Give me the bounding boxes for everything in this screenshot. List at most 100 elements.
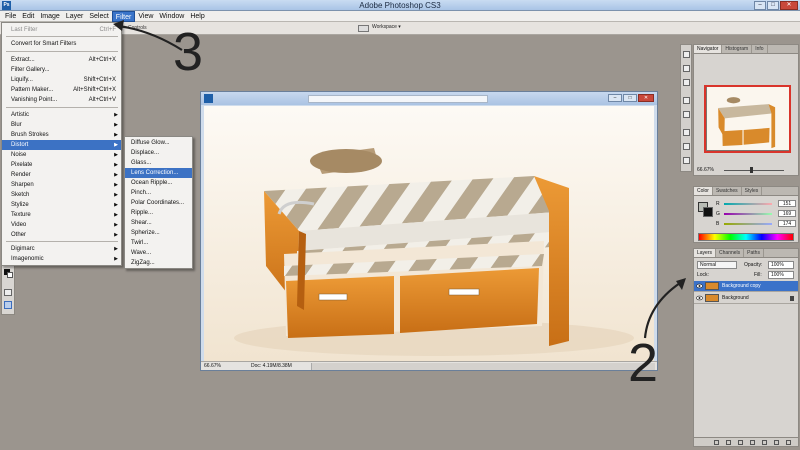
- document-close-button[interactable]: ✕: [638, 94, 654, 102]
- tab-swatches[interactable]: Swatches: [713, 187, 742, 195]
- tab-styles[interactable]: Styles: [742, 187, 763, 195]
- menu-help[interactable]: Help: [187, 11, 207, 22]
- filter-menu-item-filter-gallery[interactable]: Filter Gallery...: [2, 65, 121, 75]
- character-panel-icon[interactable]: [683, 129, 690, 136]
- tab-channels[interactable]: Channels: [716, 249, 745, 257]
- minimize-button[interactable]: –: [754, 1, 766, 10]
- filter-menu-item-video[interactable]: Video ▶: [2, 220, 121, 230]
- layer-visibility-eye-icon[interactable]: [696, 283, 703, 289]
- layer-row-background[interactable]: Background: [694, 293, 798, 304]
- tab-histogram[interactable]: Histogram: [722, 45, 753, 53]
- menu-view[interactable]: View: [135, 11, 156, 22]
- distort-item-spherize[interactable]: Spherize...: [125, 228, 192, 238]
- brush-panel-icon[interactable]: [683, 51, 690, 58]
- menu-file[interactable]: File: [2, 11, 19, 22]
- filter-menu-item-digimarc[interactable]: Digimarc ▶: [2, 244, 121, 254]
- filter-menu-item-texture[interactable]: Texture ▶: [2, 210, 121, 220]
- navigator-zoom-knob[interactable]: [750, 167, 753, 173]
- navigator-view-box[interactable]: [704, 85, 791, 153]
- blue-channel-value[interactable]: 174: [778, 220, 796, 227]
- layer-mask-icon[interactable]: [738, 440, 743, 445]
- menu-select[interactable]: Select: [86, 11, 111, 22]
- distort-item-polar-coordinates[interactable]: Polar Coordinates...: [125, 198, 192, 208]
- filter-menu-item-render[interactable]: Render ▶: [2, 170, 121, 180]
- fill-input[interactable]: 100%: [768, 271, 794, 279]
- blend-mode-select[interactable]: Normal: [697, 261, 737, 269]
- filter-menu-item-other[interactable]: Other ▶: [2, 230, 121, 240]
- tab-info[interactable]: Info: [752, 45, 768, 53]
- distort-item-diffuse-glow[interactable]: Diffuse Glow...: [125, 138, 192, 148]
- new-group-icon[interactable]: [762, 440, 767, 445]
- tab-color[interactable]: Color: [694, 187, 713, 195]
- maximize-button[interactable]: □: [767, 1, 779, 10]
- options-controls-label[interactable]: Controls: [128, 25, 147, 31]
- filter-menu-item-sketch[interactable]: Sketch ▶: [2, 190, 121, 200]
- distort-item-zigzag[interactable]: ZigZag...: [125, 258, 192, 268]
- filter-menu-item-imagenomic[interactable]: Imagenomic ▶: [2, 254, 121, 264]
- menu-filter[interactable]: Filter: [111, 10, 136, 22]
- paragraph-panel-icon[interactable]: [683, 143, 690, 150]
- filter-menu-item-last-filter[interactable]: Last Filter Ctrl+F: [2, 25, 121, 35]
- color-background-swatch[interactable]: [703, 207, 713, 217]
- filter-menu-item-stylize[interactable]: Stylize ▶: [2, 200, 121, 210]
- menu-window[interactable]: Window: [156, 11, 187, 22]
- distort-item-shear[interactable]: Shear...: [125, 218, 192, 228]
- menu-edit[interactable]: Edit: [19, 11, 37, 22]
- filter-menu-item-convert-for-smart-filters[interactable]: Convert for Smart Filters: [2, 39, 121, 49]
- distort-item-pinch[interactable]: Pinch...: [125, 188, 192, 198]
- workspace-button[interactable]: Workspace ▾: [372, 24, 401, 30]
- opacity-input[interactable]: 100%: [768, 261, 794, 269]
- measurement-panel-icon[interactable]: [683, 157, 690, 164]
- filter-menu-item-sharpen[interactable]: Sharpen ▶: [2, 180, 121, 190]
- color-spectrum-bar[interactable]: [698, 233, 794, 241]
- link-layers-icon[interactable]: [714, 440, 719, 445]
- filter-menu-item-distort[interactable]: Distort ▶: [2, 140, 121, 150]
- menu-layer[interactable]: Layer: [63, 11, 87, 22]
- workspace-icon[interactable]: [358, 25, 369, 32]
- horizontal-scrollbar[interactable]: [311, 363, 655, 370]
- green-channel-slider[interactable]: [724, 213, 772, 215]
- document-maximize-button[interactable]: □: [623, 94, 637, 102]
- filter-menu-item-liquify[interactable]: Liquify... Shift+Ctrl+X: [2, 75, 121, 85]
- document-zoom-level[interactable]: 66.67%: [204, 362, 221, 371]
- filter-menu-item-brush-strokes[interactable]: Brush Strokes ▶: [2, 130, 121, 140]
- tool-presets-icon[interactable]: [683, 79, 690, 86]
- distort-item-twirl[interactable]: Twirl...: [125, 238, 192, 248]
- red-channel-slider[interactable]: [724, 203, 772, 205]
- filter-menu-item-artistic[interactable]: Artistic ▶: [2, 110, 121, 120]
- tab-navigator[interactable]: Navigator: [694, 45, 723, 53]
- tab-paths[interactable]: Paths: [744, 249, 764, 257]
- filter-menu-item-noise[interactable]: Noise ▶: [2, 150, 121, 160]
- distort-item-lens-correction[interactable]: Lens Correction...: [125, 168, 192, 178]
- delete-layer-icon[interactable]: [786, 440, 791, 445]
- background-color-swatch[interactable]: [7, 272, 13, 278]
- filter-menu-item-pattern-maker[interactable]: Pattern Maker... Alt+Shift+Ctrl+X: [2, 85, 121, 95]
- filter-menu-item-vanishing-point[interactable]: Vanishing Point... Alt+Ctrl+V: [2, 95, 121, 105]
- distort-item-displace[interactable]: Displace...: [125, 148, 192, 158]
- layer-visibility-eye-icon[interactable]: [696, 295, 703, 301]
- distort-item-wave[interactable]: Wave...: [125, 248, 192, 258]
- filter-menu-item-extract[interactable]: Extract... Alt+Ctrl+X: [2, 55, 121, 65]
- screen-mode-icon[interactable]: [4, 301, 12, 309]
- layer-style-icon[interactable]: [726, 440, 731, 445]
- blue-channel-slider[interactable]: [724, 223, 772, 225]
- layer-row-background-copy[interactable]: Background copy: [694, 281, 798, 292]
- menu-image[interactable]: Image: [37, 11, 62, 22]
- distort-item-ripple[interactable]: Ripple...: [125, 208, 192, 218]
- new-layer-icon[interactable]: [774, 440, 779, 445]
- history-panel-icon[interactable]: [683, 65, 690, 72]
- green-channel-value[interactable]: 169: [778, 210, 796, 217]
- close-button[interactable]: ✕: [780, 1, 798, 10]
- distort-item-glass[interactable]: Glass...: [125, 158, 192, 168]
- standard-mode-icon[interactable]: [4, 289, 12, 296]
- tab-layers[interactable]: Layers: [694, 249, 717, 257]
- navigator-zoom-slider[interactable]: [724, 170, 784, 171]
- document-minimize-button[interactable]: –: [608, 94, 622, 102]
- navigator-zoom-value[interactable]: 66.67%: [697, 166, 714, 175]
- adjustment-layer-icon[interactable]: [750, 440, 755, 445]
- actions-panel-icon[interactable]: [683, 97, 690, 104]
- red-channel-value[interactable]: 151: [778, 200, 796, 207]
- filter-menu-item-pixelate[interactable]: Pixelate ▶: [2, 160, 121, 170]
- filter-menu-item-blur[interactable]: Blur ▶: [2, 120, 121, 130]
- distort-item-ocean-ripple[interactable]: Ocean Ripple...: [125, 178, 192, 188]
